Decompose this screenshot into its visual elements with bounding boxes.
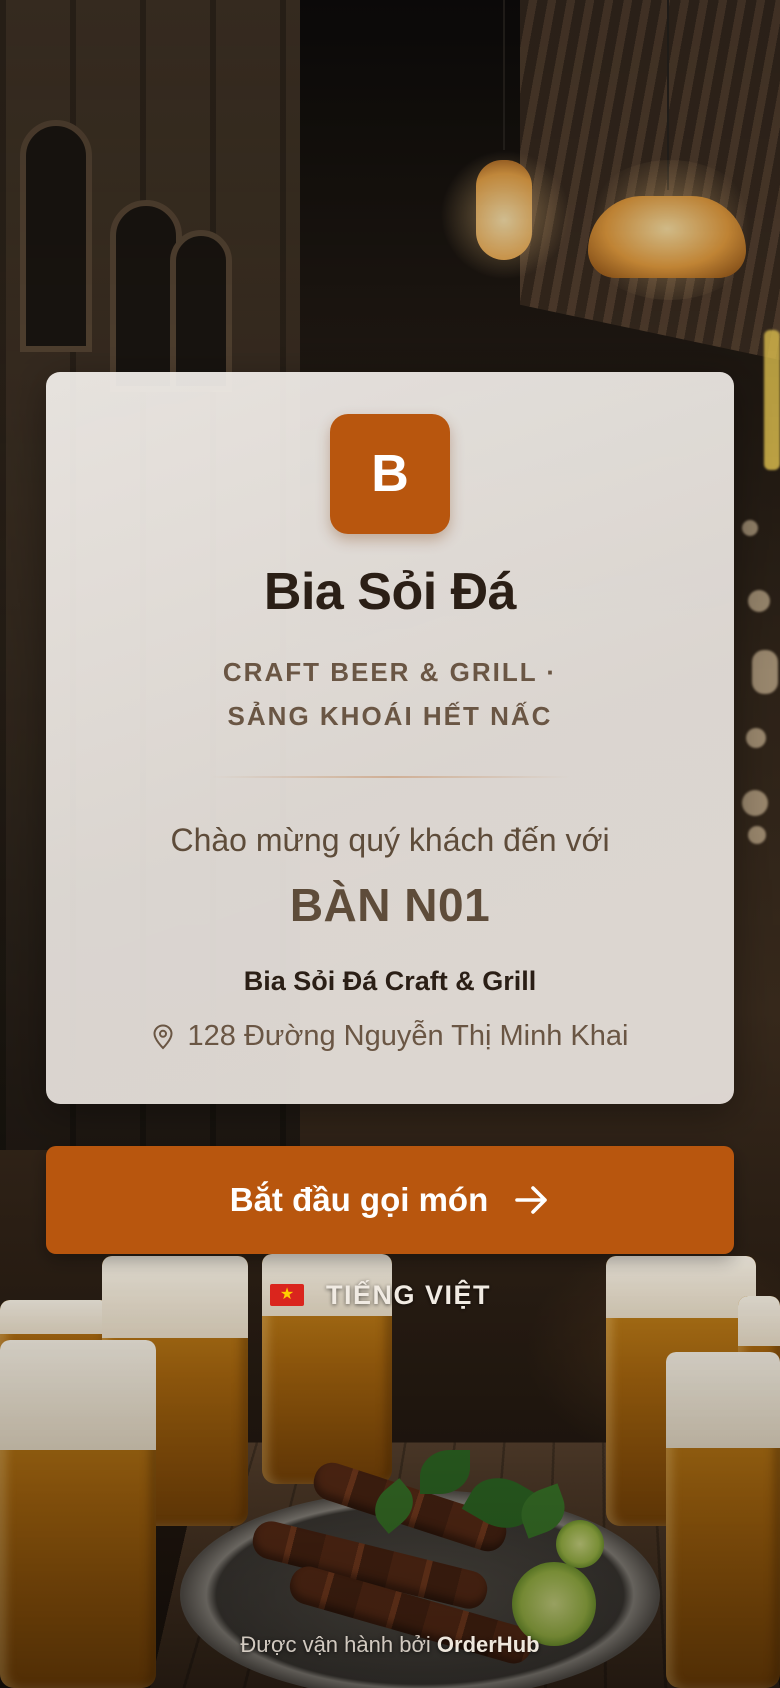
map-pin-icon [153, 1023, 173, 1049]
powered-by-footer: Được vận hành bởi OrderHub [0, 1632, 780, 1658]
tagline-line-2: SẢNG KHOÁI HẾT NẤC [227, 701, 553, 731]
language-label: TIẾNG VIỆT [326, 1279, 492, 1310]
footer-brand-link[interactable]: OrderHub [437, 1632, 540, 1657]
logo-letter: B [371, 445, 409, 503]
tagline-line-1: CRAFT BEER & GRILL · [222, 657, 558, 687]
arrow-right-icon [515, 1186, 548, 1214]
start-order-button[interactable]: Bắt đầu gọi món [46, 1146, 734, 1254]
restaurant-logo: B [330, 414, 450, 534]
flag-star-icon: ★ [279, 1286, 295, 1303]
language-switcher[interactable]: ★ TIẾNG VIỆT [270, 1276, 510, 1314]
branch-name: Bia Sỏi Đá Craft & Grill [243, 966, 537, 996]
welcome-greeting: Chào mừng quý khách đến với [170, 822, 610, 858]
restaurant-name: Bia Sỏi Đá [263, 563, 517, 621]
restaurant-tagline: CRAFT BEER & GRILL · SẢNG KHOÁI HẾT NẤC [166, 650, 614, 738]
welcome-card: B Bia Sỏi Đá CRAFT BEER & GRILL · SẢNG K… [46, 372, 734, 1104]
start-order-label: Bắt đầu gọi món [229, 1181, 489, 1218]
card-divider [210, 776, 570, 778]
address-row: 128 Đường Nguyễn Thị Minh Khai [46, 1020, 734, 1053]
footer-prefix: Được vận hành bởi [240, 1632, 431, 1657]
table-number: BÀN N01 [289, 879, 491, 931]
vietnam-flag-icon: ★ [270, 1284, 304, 1306]
address-text: 128 Đường Nguyễn Thị Minh Khai [187, 1020, 629, 1052]
